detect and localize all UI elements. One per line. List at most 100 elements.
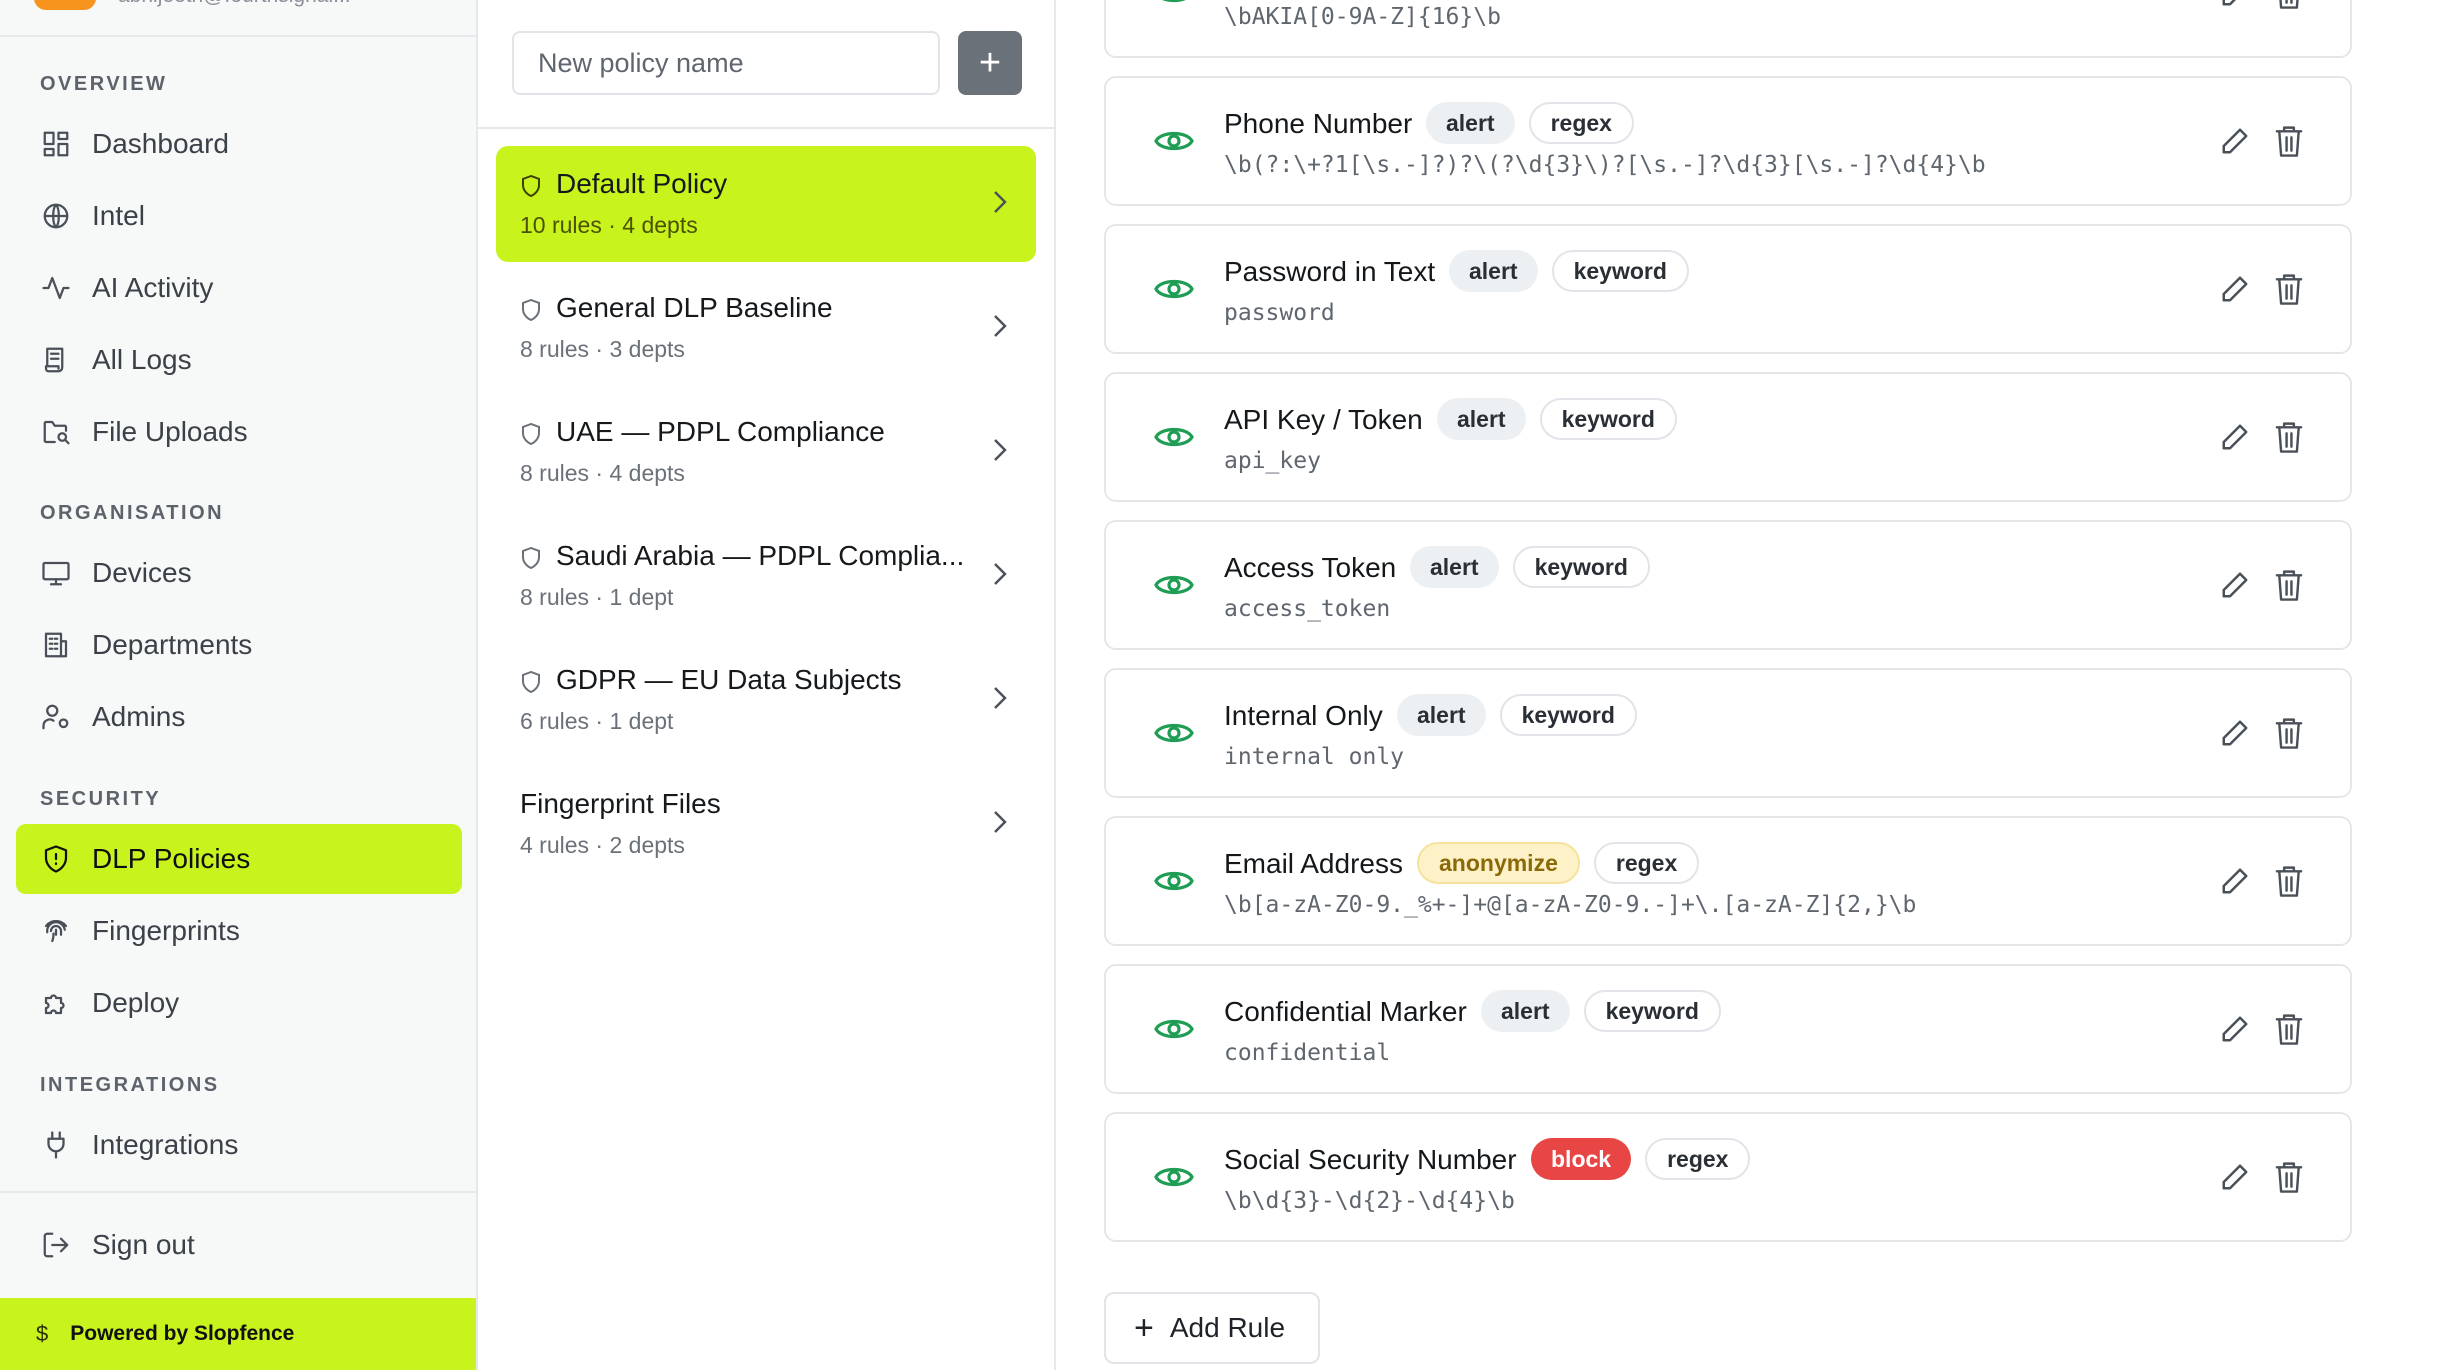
eye-icon[interactable] xyxy=(1154,570,1194,600)
policy-item-general-dlp-baseline[interactable]: General DLP Baseline 8 rules · 3 depts xyxy=(496,270,1036,386)
action-badge: alert xyxy=(1449,250,1538,292)
pencil-icon[interactable] xyxy=(2220,718,2250,748)
sidebar-item-dashboard[interactable]: Dashboard xyxy=(16,109,462,179)
rule-card: API Key / Token alert keyword api_key xyxy=(1104,372,2352,502)
sidebar-item-file-uploads[interactable]: File Uploads xyxy=(16,397,462,467)
fingerprint-icon xyxy=(40,915,72,947)
eye-icon[interactable] xyxy=(1154,0,1194,8)
pencil-icon[interactable] xyxy=(2220,866,2250,896)
chevron-right-icon xyxy=(992,188,1008,216)
rule-card: Access Token alert keyword access_token xyxy=(1104,520,2352,650)
sidebar-item-ai-activity[interactable]: AI Activity xyxy=(16,253,462,323)
rule-card: Phone Number alert regex \b(?:\+?1[\s.-]?)?… xyxy=(1104,76,2352,206)
policy-item-fingerprint-files[interactable]: Fingerprint Files 4 rules · 2 depts xyxy=(496,766,1036,882)
rule-tags: alert keyword xyxy=(1481,990,1721,1032)
rule-card: Email Address anonymize regex \b[a-zA-Z0-9.… xyxy=(1104,816,2352,946)
pencil-icon[interactable] xyxy=(2220,0,2250,8)
sidebar-item-label: Intel xyxy=(92,200,145,231)
chevron-right-icon xyxy=(992,312,1008,340)
trash-icon[interactable] xyxy=(2274,568,2304,602)
pencil-icon[interactable] xyxy=(2220,1162,2250,1192)
rule-name: API Key / Token xyxy=(1224,404,1423,435)
trash-icon[interactable] xyxy=(2274,864,2304,898)
rule-tags: alert keyword xyxy=(1397,694,1637,736)
sign-out-button[interactable]: Sign out xyxy=(16,1210,462,1280)
globe-icon xyxy=(40,200,72,232)
rule-name: Phone Number xyxy=(1224,108,1413,139)
policy-name: General DLP Baseline xyxy=(556,292,833,323)
sidebar-item-deploy[interactable]: Deploy xyxy=(16,968,462,1038)
rule-tags: alert keyword xyxy=(1449,250,1689,292)
policy-item-saudi-pdpl[interactable]: Saudi Arabia — PDPL Complia... 8 rules ·… xyxy=(496,518,1036,634)
chevron-right-icon xyxy=(992,560,1008,588)
pencil-icon[interactable] xyxy=(2220,570,2250,600)
powered-by-banner: $ Powered by Slopfence xyxy=(0,1298,476,1370)
new-policy-name-input[interactable] xyxy=(512,31,940,95)
add-rule-label: Add Rule xyxy=(1169,1312,1286,1343)
eye-icon[interactable] xyxy=(1154,126,1194,156)
sidebar-item-admins[interactable]: Admins xyxy=(16,682,462,752)
logs-icon xyxy=(40,344,72,376)
chevron-right-icon xyxy=(992,808,1008,836)
add-rule-button[interactable]: + Add Rule xyxy=(1104,1292,1320,1364)
pencil-icon[interactable] xyxy=(2220,126,2250,156)
action-badge: alert xyxy=(1426,102,1515,144)
trash-icon[interactable] xyxy=(2274,716,2304,750)
policy-item-uae-pdpl[interactable]: UAE — PDPL Compliance 8 rules · 4 depts xyxy=(496,394,1036,510)
sidebar-item-fingerprints[interactable]: Fingerprints xyxy=(16,896,462,966)
section-overview: OVERVIEW xyxy=(40,73,168,95)
pencil-icon[interactable] xyxy=(2220,1014,2250,1044)
sidebar-item-dlp-policies[interactable]: DLP Policies xyxy=(16,824,462,894)
divider xyxy=(478,127,1054,129)
chevron-right-icon xyxy=(992,684,1008,712)
sidebar-item-intel[interactable]: Intel xyxy=(16,181,462,251)
policy-name: Saudi Arabia — PDPL Complia... xyxy=(556,540,965,571)
eye-icon[interactable] xyxy=(1154,718,1194,748)
sidebar-item-integrations[interactable]: Integrations xyxy=(16,1110,462,1180)
eye-icon[interactable] xyxy=(1154,1014,1194,1044)
trash-icon[interactable] xyxy=(2274,1012,2304,1046)
type-badge: regex xyxy=(1528,102,1634,144)
policy-item-gdpr[interactable]: GDPR — EU Data Subjects 6 rules · 1 dept xyxy=(496,642,1036,758)
trash-icon[interactable] xyxy=(2274,124,2304,158)
policy-meta: 10 rules · 4 depts xyxy=(520,212,698,238)
user-cog-icon xyxy=(40,701,72,733)
add-policy-button[interactable]: + xyxy=(958,31,1022,95)
policy-item-default-policy[interactable]: Default Policy 10 rules · 4 depts xyxy=(496,146,1036,262)
policy-meta: 8 rules · 1 dept xyxy=(520,584,674,610)
action-badge: alert xyxy=(1410,546,1499,588)
trash-icon[interactable] xyxy=(2274,1160,2304,1194)
sidebar-item-departments[interactable]: Departments xyxy=(16,610,462,680)
rule-tags: anonymize regex xyxy=(1417,842,1700,884)
account-header[interactable]: abhijeeth@fourthsignal... xyxy=(0,0,476,37)
monitor-icon xyxy=(40,557,72,589)
sidebar-item-devices[interactable]: Devices xyxy=(16,538,462,608)
trash-icon[interactable] xyxy=(2274,272,2304,306)
sidebar-item-all-logs[interactable]: All Logs xyxy=(16,325,462,395)
eye-icon[interactable] xyxy=(1154,866,1194,896)
rule-card-partial: \bAKIA[0-9A-Z]{16}\b xyxy=(1104,0,2352,58)
eye-icon[interactable] xyxy=(1154,422,1194,452)
rule-pattern: \bAKIA[0-9A-Z]{16}\b xyxy=(1224,4,1501,30)
pencil-icon[interactable] xyxy=(2220,274,2250,304)
shield-icon xyxy=(520,298,542,322)
rule-pattern: api_key xyxy=(1224,448,1321,474)
action-badge: anonymize xyxy=(1417,842,1580,884)
rule-card: Password in Text alert keyword password xyxy=(1104,224,2352,354)
sidebar-item-label: AI Activity xyxy=(92,272,214,303)
section-security: SECURITY xyxy=(40,788,162,810)
sidebar-item-label: Dashboard xyxy=(92,128,229,159)
trash-icon[interactable] xyxy=(2274,0,2304,10)
action-badge: alert xyxy=(1437,398,1526,440)
divider xyxy=(0,1191,476,1193)
eye-icon[interactable] xyxy=(1154,274,1194,304)
eye-icon[interactable] xyxy=(1154,1162,1194,1192)
pencil-icon[interactable] xyxy=(2220,422,2250,452)
sidebar-item-label: Departments xyxy=(92,629,253,660)
trash-icon[interactable] xyxy=(2274,420,2304,454)
rule-name: Internal Only xyxy=(1224,700,1383,731)
policy-name: UAE — PDPL Compliance xyxy=(556,416,885,447)
sidebar-item-label: Integrations xyxy=(92,1129,239,1160)
sidebar-item-label: Deploy xyxy=(92,987,180,1018)
rule-tags: block regex xyxy=(1531,1138,1751,1180)
